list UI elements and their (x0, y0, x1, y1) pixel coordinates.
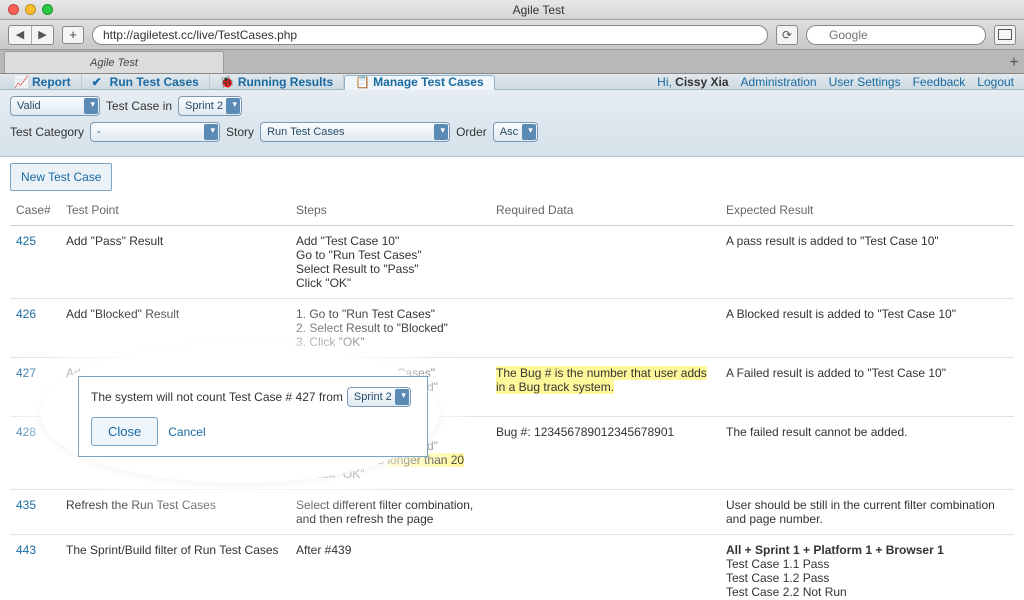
tab-bar: Agile Test + (0, 50, 1024, 74)
case-link[interactable]: 425 (16, 234, 36, 248)
sprint-select[interactable]: Sprint 2 (178, 96, 242, 116)
close-window-button[interactable] (8, 4, 19, 15)
cell-expected: A Blocked result is added to "Test Case … (720, 299, 1014, 358)
reload-button[interactable]: ⟳ (776, 25, 798, 45)
th-required-data: Required Data (490, 197, 720, 226)
dialog-sprint-select[interactable]: Sprint 2 (347, 387, 411, 407)
status-select[interactable]: Valid (10, 96, 100, 116)
th-expected: Expected Result (720, 197, 1014, 226)
cell-test-point: The Sprint/Build filter of Run Test Case… (60, 535, 290, 600)
app-nav: 📈Report ✔Run Test Cases 🐞Running Results… (0, 74, 1024, 90)
cell-required-data (490, 490, 720, 535)
case-link[interactable]: 427 (16, 366, 36, 380)
cell-steps: Select different filter combination, and… (290, 490, 490, 535)
nav-manage-test-cases[interactable]: 📋Manage Test Cases (344, 75, 495, 90)
nav-report[interactable]: 📈Report (4, 74, 82, 89)
chart-icon: 📈 (14, 75, 28, 89)
category-label: Test Category (10, 125, 84, 139)
th-test-point: Test Point (60, 197, 290, 226)
table-row: 435 Refresh the Run Test CasesSelect diff… (10, 490, 1014, 535)
confirm-dialog: The system will not count Test Case # 42… (78, 376, 428, 457)
order-label: Order (456, 125, 487, 139)
link-feedback[interactable]: Feedback (907, 75, 972, 89)
order-select[interactable]: Asc (493, 122, 538, 142)
cell-steps: After #439 (290, 535, 490, 600)
nav-run-test-cases[interactable]: ✔Run Test Cases (82, 74, 210, 89)
window-title: Agile Test (53, 3, 1024, 17)
cell-expected: The failed result cannot be added. (720, 417, 1014, 490)
browser-tab[interactable]: Agile Test (4, 51, 224, 73)
dialog-close-button[interactable]: Close (91, 417, 158, 446)
add-bookmark-button[interactable]: + (62, 26, 84, 44)
case-link[interactable]: 426 (16, 307, 36, 321)
app-content: 📈Report ✔Run Test Cases 🐞Running Results… (0, 74, 1024, 600)
bug-icon: 🐞 (220, 75, 234, 89)
bookmarks-button[interactable] (994, 25, 1016, 45)
cell-required-data: Bug #: 123456789012345678901 (490, 417, 720, 490)
back-button[interactable]: ◀ (9, 26, 31, 44)
check-icon: ✔ (92, 75, 106, 89)
story-label: Story (226, 125, 254, 139)
dialog-text: The system will not count Test Case # 42… (91, 387, 415, 407)
minimize-window-button[interactable] (25, 4, 36, 15)
browser-toolbar: ◀ ▶ + ⟳ (0, 20, 1024, 50)
story-select[interactable]: Run Test Cases (260, 122, 450, 142)
nav-running-results[interactable]: 🐞Running Results (210, 74, 344, 89)
cell-expected: A Failed result is added to "Test Case 1… (720, 358, 1014, 417)
window-titlebar: Agile Test (0, 0, 1024, 20)
th-steps: Steps (290, 197, 490, 226)
new-tab-button[interactable]: + (1004, 53, 1024, 73)
cell-required-data (490, 535, 720, 600)
cell-test-point: Refresh the Run Test Cases (60, 490, 290, 535)
cell-steps: Add "Test Case 10" Go to "Run Test Cases… (290, 226, 490, 299)
table-row: 425 Add "Pass" ResultAdd "Test Case 10" G… (10, 226, 1014, 299)
list-icon: 📋 (355, 75, 369, 89)
user-greeting: Hi, Cissy Xia (651, 75, 734, 89)
case-link[interactable]: 435 (16, 498, 36, 512)
filter-bar: Valid Test Case in Sprint 2 Test Categor… (0, 90, 1024, 157)
status-label: Test Case in (106, 99, 172, 113)
cell-expected: User should be still in the current filt… (720, 490, 1014, 535)
cell-expected: All + Sprint 1 + Platform 1 + Browser 1 … (720, 535, 1014, 600)
forward-button[interactable]: ▶ (31, 26, 53, 44)
new-test-case-button[interactable]: New Test Case (10, 163, 112, 191)
cell-required-data (490, 299, 720, 358)
cell-test-point: Add "Pass" Result (60, 226, 290, 299)
category-select[interactable]: - (90, 122, 220, 142)
link-user-settings[interactable]: User Settings (823, 75, 907, 89)
table-row: 443 The Sprint/Build filter of Run Test C… (10, 535, 1014, 600)
zoom-window-button[interactable] (42, 4, 53, 15)
search-input[interactable] (806, 25, 986, 45)
cell-expected: A pass result is added to "Test Case 10" (720, 226, 1014, 299)
nav-buttons: ◀ ▶ (8, 25, 54, 45)
cell-required-data: The Bug # is the number that user adds i… (490, 358, 720, 417)
th-case: Case# (10, 197, 60, 226)
url-input[interactable] (92, 25, 768, 45)
link-logout[interactable]: Logout (971, 75, 1020, 89)
dialog-cancel-link[interactable]: Cancel (168, 425, 205, 439)
case-link[interactable]: 428 (16, 425, 36, 439)
case-link[interactable]: 443 (16, 543, 36, 557)
link-administration[interactable]: Administration (735, 75, 823, 89)
cell-required-data (490, 226, 720, 299)
